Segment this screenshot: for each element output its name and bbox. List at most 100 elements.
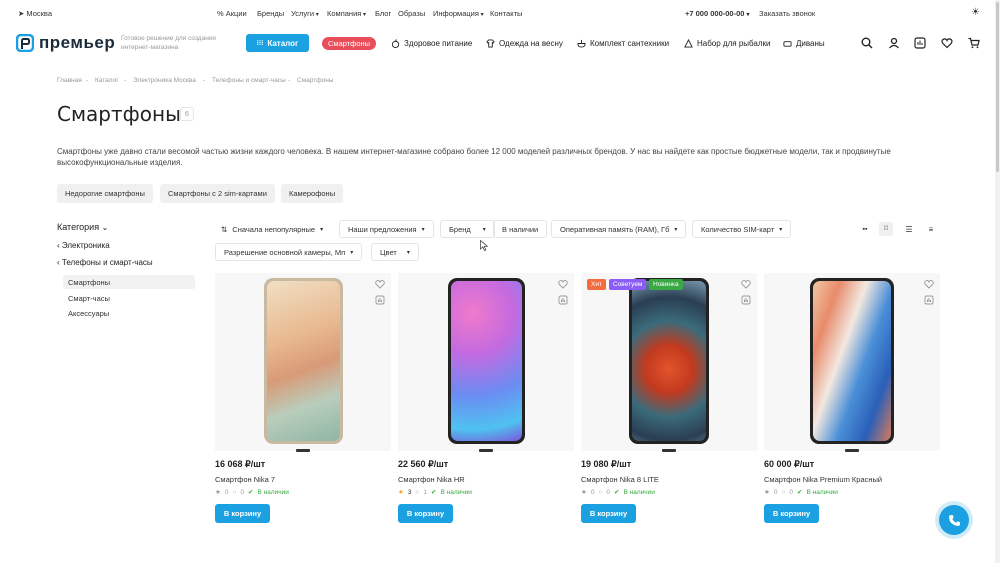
filter-sim-count[interactable]: Количество SIM-карт ▾	[692, 220, 792, 238]
add-to-cart-button[interactable]: В корзину	[581, 504, 636, 523]
product-image[interactable]	[448, 278, 525, 444]
sidebar-category-toggle[interactable]: Категория ⌄	[57, 222, 108, 232]
sort-dropdown[interactable]: ⇅ Сначала непопулярные ▾	[215, 220, 331, 238]
product-price: 16 068 ₽/шт	[215, 459, 266, 469]
product-meta: ★ 0 ○ 0 ✔ В наличии	[764, 488, 838, 497]
product-name[interactable]: Смартфон Nika 8 LITE	[581, 475, 659, 484]
filter-ram[interactable]: Оперативная память (RAM), Гб ▾	[551, 220, 687, 238]
breadcrumb-electronics[interactable]: Электроника Москва	[133, 77, 196, 84]
sofa-icon	[783, 41, 792, 47]
heart-icon[interactable]	[741, 279, 751, 289]
product-card[interactable]	[764, 273, 940, 451]
callback-link[interactable]: Заказать звонок	[759, 9, 815, 18]
product-image[interactable]	[264, 278, 343, 444]
nav-link-info[interactable]: Информация	[433, 9, 484, 18]
product-card[interactable]	[398, 273, 574, 451]
product-image[interactable]	[629, 278, 709, 444]
product-name[interactable]: Смартфон Nika 7	[215, 475, 275, 484]
image-pager	[845, 449, 859, 452]
apple-icon	[391, 39, 400, 48]
breadcrumb-current: Смартфоны	[297, 77, 334, 84]
compare-icon[interactable]	[924, 295, 934, 305]
nav-link-contacts[interactable]: Контакты	[490, 9, 522, 18]
menu-item-sofas[interactable]: Диваны	[783, 39, 825, 48]
filter-in-stock[interactable]: В наличии	[493, 220, 548, 238]
menu-item-healthy-food[interactable]: Здоровое питание	[391, 39, 472, 48]
compare-icon[interactable]	[375, 295, 385, 305]
heart-icon[interactable]	[924, 279, 934, 289]
product-price: 60 000 ₽/шт	[764, 459, 815, 469]
breadcrumb-home[interactable]: Главная	[57, 77, 82, 84]
floating-call-button[interactable]	[939, 505, 969, 535]
user-icon[interactable]	[888, 37, 900, 49]
phone-number[interactable]: +7 000 000-00-00 ▾	[685, 9, 750, 18]
tagline: Готовое решение для создания интернет-ма…	[121, 35, 216, 51]
nav-link-services[interactable]: Услуги	[291, 9, 319, 18]
nav-link-company[interactable]: Компания	[327, 9, 366, 18]
compare-icon[interactable]	[914, 37, 926, 49]
cart-icon[interactable]	[968, 37, 980, 49]
sidebar-item-phones[interactable]: ‹ Телефоны и смарт-часы	[57, 258, 153, 267]
breadcrumb-catalog[interactable]: Каталог	[95, 77, 119, 84]
view-list-icon[interactable]: ☰	[902, 222, 916, 236]
heart-icon[interactable]	[375, 279, 385, 289]
view-grid-icon[interactable]: ⁞⁞⁞	[879, 222, 893, 236]
catalog-button[interactable]: ⁝⁝⁝ Каталог	[246, 34, 309, 52]
product-meta: ★ 0 ○ 0 ✔ В наличии	[215, 488, 289, 497]
add-to-cart-button[interactable]: В корзину	[764, 504, 819, 523]
filter-brand[interactable]: Бренд ▾	[440, 220, 495, 238]
product-card[interactable]	[581, 273, 757, 451]
location-icon: ➤	[18, 9, 25, 18]
favorites-icon[interactable]	[941, 37, 953, 49]
comment-icon: ○	[415, 488, 420, 496]
sidebar-item-electronics[interactable]: ‹ Электроника	[57, 241, 110, 250]
filter-camera[interactable]: Разрешение основной камеры, Мп ▾	[215, 243, 363, 261]
nav-link-promo[interactable]: % Акции	[217, 9, 247, 18]
view-compact-list-icon[interactable]: ≡	[924, 222, 938, 236]
search-icon[interactable]	[861, 37, 873, 49]
view-large-grid-icon[interactable]: ▪▪	[858, 222, 872, 236]
nav-link-brands[interactable]: Бренды	[257, 9, 284, 18]
product-meta: ★ 0 ○ 0 ✔ В наличии	[581, 488, 655, 497]
comment-icon: ○	[781, 488, 786, 496]
product-card[interactable]	[215, 273, 391, 451]
filter-color[interactable]: Цвет ▾	[371, 243, 419, 261]
theme-toggle-icon[interactable]: ☀	[971, 7, 980, 18]
image-pager	[662, 449, 676, 452]
heart-icon[interactable]	[558, 279, 568, 289]
product-price: 22 560 ₽/шт	[398, 459, 449, 469]
city-selector[interactable]: ➤ Москва	[18, 9, 52, 18]
logo[interactable]: премьер	[16, 33, 115, 53]
product-name[interactable]: Смартфон Nika HR	[398, 475, 465, 484]
compare-icon[interactable]	[741, 295, 751, 305]
menu-item-spring-clothes[interactable]: Одежда на весну	[486, 39, 563, 48]
tag-chip-camera[interactable]: Камерофоны	[281, 184, 344, 203]
sort-icon: ⇅	[221, 224, 228, 234]
breadcrumb-phones[interactable]: Телефоны и смарт-часы	[212, 77, 286, 84]
sidebar-item-accessories[interactable]: Аксессуары	[63, 306, 195, 320]
star-icon: ★	[581, 489, 587, 496]
nav-link-looks[interactable]: Образы	[398, 9, 425, 18]
badge-hit: Хит	[587, 279, 606, 290]
product-name[interactable]: Смартфон Nika Premium Красный	[764, 475, 882, 484]
menu-item-fishing[interactable]: Набор для рыбалки	[684, 39, 771, 48]
sidebar-item-smartphones[interactable]: Смартфоны	[63, 275, 195, 289]
image-pager	[479, 449, 493, 452]
add-to-cart-button[interactable]: В корзину	[398, 504, 453, 523]
sink-icon	[577, 39, 586, 48]
sidebar-item-smartwatches[interactable]: Смарт-часы	[63, 291, 195, 305]
scrollbar[interactable]	[995, 0, 1000, 563]
product-image[interactable]	[810, 278, 894, 444]
filter-offers[interactable]: Наши предложения ▾	[339, 220, 434, 238]
menu-item-plumbing[interactable]: Комплект сантехники	[577, 39, 669, 48]
tag-chip-cheap[interactable]: Недорогие смартфоны	[57, 184, 153, 203]
tag-chip-dual-sim[interactable]: Смартфоны с 2 sim-картами	[160, 184, 275, 203]
grid-icon: ⁝⁝⁝	[256, 40, 264, 47]
star-icon: ★	[764, 489, 770, 496]
smartphones-pill[interactable]: Смартфоны	[322, 37, 377, 50]
scrollbar-thumb[interactable]	[996, 2, 999, 172]
add-to-cart-button[interactable]: В корзину	[215, 504, 270, 523]
compare-icon[interactable]	[558, 295, 568, 305]
check-icon: ✔	[248, 489, 254, 496]
nav-link-blog[interactable]: Блог	[375, 9, 391, 18]
